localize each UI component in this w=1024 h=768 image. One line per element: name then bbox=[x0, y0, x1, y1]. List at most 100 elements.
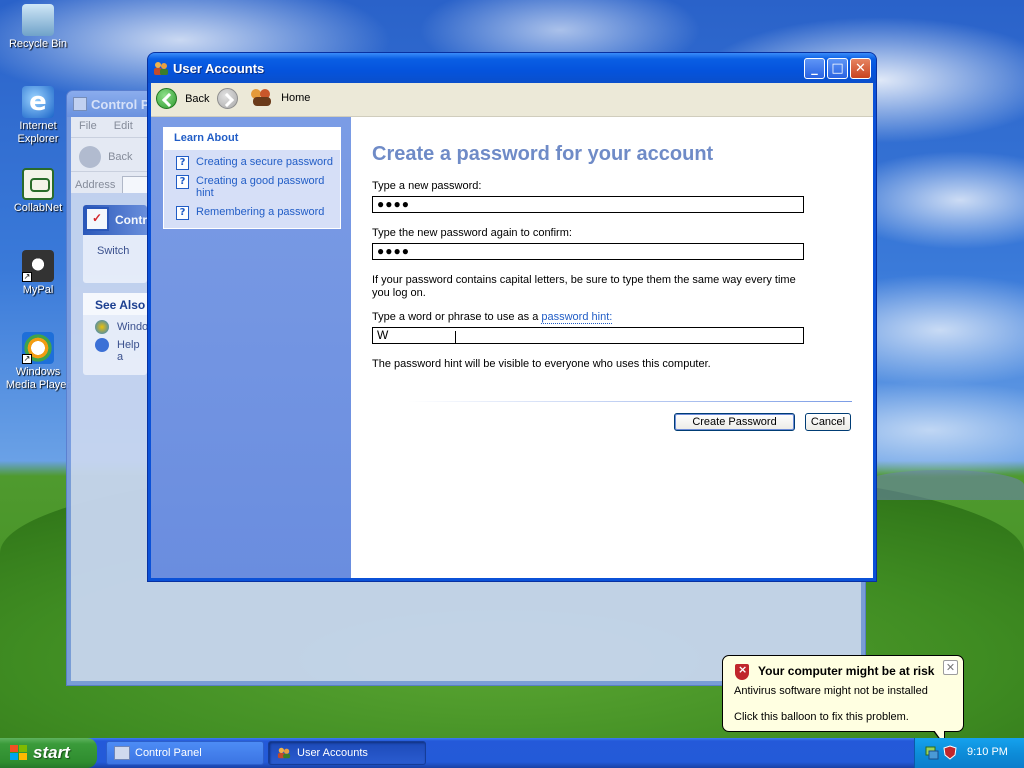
confirm-password-label: Type the new password again to confirm: bbox=[372, 227, 572, 239]
learn-about-box: Learn About ? Creating a secure password… bbox=[163, 127, 341, 229]
windows-flag-icon bbox=[10, 745, 28, 761]
recycle-bin-icon bbox=[22, 4, 54, 36]
security-shield-icon bbox=[735, 663, 749, 680]
control-panel-icon bbox=[114, 746, 130, 760]
desktop-icon-recycle-bin[interactable]: Recycle Bin bbox=[0, 4, 76, 51]
confirm-password-field[interactable]: ●●●● bbox=[372, 243, 804, 260]
windows-media-player-icon: ↗ bbox=[22, 332, 54, 364]
menu-file[interactable]: File bbox=[79, 120, 97, 132]
security-shield-icon[interactable] bbox=[943, 745, 957, 760]
control-panel-title: Control P bbox=[91, 97, 150, 112]
window-client: Back Home Learn About ? Creating a secur… bbox=[151, 83, 873, 578]
learn-link-label: Creating a good password hint bbox=[196, 175, 325, 199]
forward-arrow-icon bbox=[217, 88, 238, 109]
nav-toolbar: Back Home bbox=[151, 83, 873, 117]
control-panel-back-button[interactable]: Back bbox=[108, 151, 132, 163]
see-also-item-help[interactable]: Help a bbox=[83, 333, 147, 363]
password-hint-field[interactable]: W bbox=[372, 327, 804, 344]
windows-logo-icon bbox=[95, 320, 109, 334]
main-content: Create a password for your account Type … bbox=[351, 117, 873, 578]
control-panel-taskpane: ✓ Contr Switch bbox=[83, 205, 147, 283]
back-label: Back bbox=[185, 92, 210, 105]
desktop-icon-label: CollabNet bbox=[13, 202, 63, 214]
caps-note: If your password contains capital letter… bbox=[372, 274, 796, 299]
balloon-title: Your computer might be at risk bbox=[758, 664, 935, 678]
checkmark-icon: ✓ bbox=[85, 207, 109, 231]
see-also-item-windows[interactable]: Windo bbox=[83, 315, 149, 334]
shortcut-arrow-icon: ↗ bbox=[22, 354, 32, 364]
hint-visibility-note: The password hint will be visible to eve… bbox=[372, 358, 711, 370]
learn-link-password-hint[interactable]: ? Creating a good password hint bbox=[164, 175, 340, 199]
help-icon bbox=[95, 338, 109, 352]
desktop-icon-label: Recycle Bin bbox=[8, 38, 68, 50]
left-task-pane: Learn About ? Creating a secure password… bbox=[151, 117, 351, 578]
menu-edit[interactable]: Edit bbox=[114, 120, 133, 132]
shortcut-arrow-icon: ↗ bbox=[22, 272, 32, 282]
hint-label-text: Type a word or phrase to use as a bbox=[372, 311, 542, 323]
page-title: Create a password for your account bbox=[372, 143, 714, 165]
taskpane-item-switch[interactable]: Switch bbox=[83, 235, 147, 257]
taskbar-item-user-accounts[interactable]: User Accounts bbox=[268, 741, 426, 765]
back-button[interactable]: Back bbox=[156, 88, 210, 112]
user-accounts-window[interactable]: User Accounts _ □ ✕ Back Home Learn Abou… bbox=[147, 52, 877, 582]
see-also-item-label: Windo bbox=[117, 321, 149, 333]
internet-explorer-icon bbox=[22, 86, 54, 118]
clock[interactable]: 9:10 PM bbox=[967, 746, 1008, 758]
close-button[interactable]: ✕ bbox=[850, 58, 871, 79]
see-also-item-label: Help a bbox=[117, 339, 140, 363]
taskbar-item-label: User Accounts bbox=[297, 747, 368, 759]
taskbar-item-control-panel[interactable]: Control Panel bbox=[106, 741, 264, 765]
start-label: start bbox=[33, 743, 70, 762]
window-titlebar[interactable]: User Accounts _ □ ✕ bbox=[148, 53, 876, 83]
home-label: Home bbox=[281, 92, 311, 104]
learn-link-label: Creating a secure password bbox=[196, 156, 333, 168]
home-button[interactable]: Home bbox=[251, 89, 310, 113]
cancel-button[interactable]: Cancel bbox=[805, 413, 851, 431]
learn-link-label: Remembering a password bbox=[196, 206, 325, 218]
security-balloon[interactable]: Your computer might be at risk ✕ Antivir… bbox=[722, 655, 964, 747]
see-also-title: See Also bbox=[83, 293, 147, 315]
create-password-button[interactable]: Create Password bbox=[674, 413, 795, 431]
control-panel-icon bbox=[73, 97, 87, 111]
home-users-icon bbox=[251, 89, 273, 107]
system-tray: 9:10 PM bbox=[914, 738, 1024, 768]
mypal-icon: ↗ bbox=[22, 250, 54, 282]
desktop-icon-windows-media-player[interactable]: ↗ Windows Media Player bbox=[0, 332, 76, 392]
password-hint-link[interactable]: password hint: bbox=[541, 311, 613, 324]
start-button[interactable]: start bbox=[0, 738, 97, 768]
text-cursor-icon bbox=[455, 331, 456, 343]
maximize-button[interactable]: □ bbox=[827, 58, 848, 79]
address-label: Address bbox=[75, 178, 116, 191]
new-password-label: Type a new password: bbox=[372, 180, 482, 192]
minimize-button[interactable]: _ bbox=[804, 58, 825, 79]
taskbar-item-label: Control Panel bbox=[135, 747, 202, 759]
user-accounts-icon bbox=[154, 62, 168, 75]
divider bbox=[408, 401, 852, 402]
learn-link-secure-password[interactable]: ? Creating a secure password bbox=[164, 156, 340, 170]
window-title: User Accounts bbox=[173, 61, 265, 76]
back-arrow-icon bbox=[156, 88, 177, 109]
desktop-icon-mypal[interactable]: ↗ MyPal bbox=[0, 250, 76, 297]
taskbar: start Control Panel User Accounts 9:10 P… bbox=[0, 738, 1024, 768]
help-question-icon: ? bbox=[176, 175, 189, 189]
desktop-icon-label: Internet Explorer bbox=[17, 120, 59, 145]
desktop-icon-collabnet[interactable]: CollabNet bbox=[0, 168, 76, 215]
desktop-icon-label: MyPal bbox=[22, 284, 54, 296]
user-accounts-icon bbox=[277, 747, 291, 759]
taskpane-header: ✓ Contr bbox=[83, 205, 147, 235]
forward-button[interactable] bbox=[217, 88, 238, 112]
new-password-field[interactable]: ●●●● bbox=[372, 196, 804, 213]
learn-link-remembering-password[interactable]: ? Remembering a password bbox=[164, 206, 340, 220]
password-hint-value: W bbox=[377, 328, 389, 342]
help-question-icon: ? bbox=[176, 206, 189, 220]
desktop-mountains bbox=[860, 470, 1024, 500]
help-question-icon: ? bbox=[176, 156, 189, 170]
balloon-close-button[interactable]: ✕ bbox=[943, 660, 958, 675]
desktop-icon-internet-explorer[interactable]: Internet Explorer bbox=[0, 86, 76, 146]
see-also-pane: See Also Windo Help a bbox=[83, 293, 149, 375]
learn-about-title: Learn About bbox=[164, 128, 340, 150]
desktop-icon-label: Windows Media Player bbox=[5, 366, 71, 391]
password-hint-label: Type a word or phrase to use as a passwo… bbox=[372, 311, 613, 324]
network-icon[interactable] bbox=[925, 745, 939, 760]
balloon-line-2: Click this balloon to fix this problem. bbox=[734, 711, 909, 723]
